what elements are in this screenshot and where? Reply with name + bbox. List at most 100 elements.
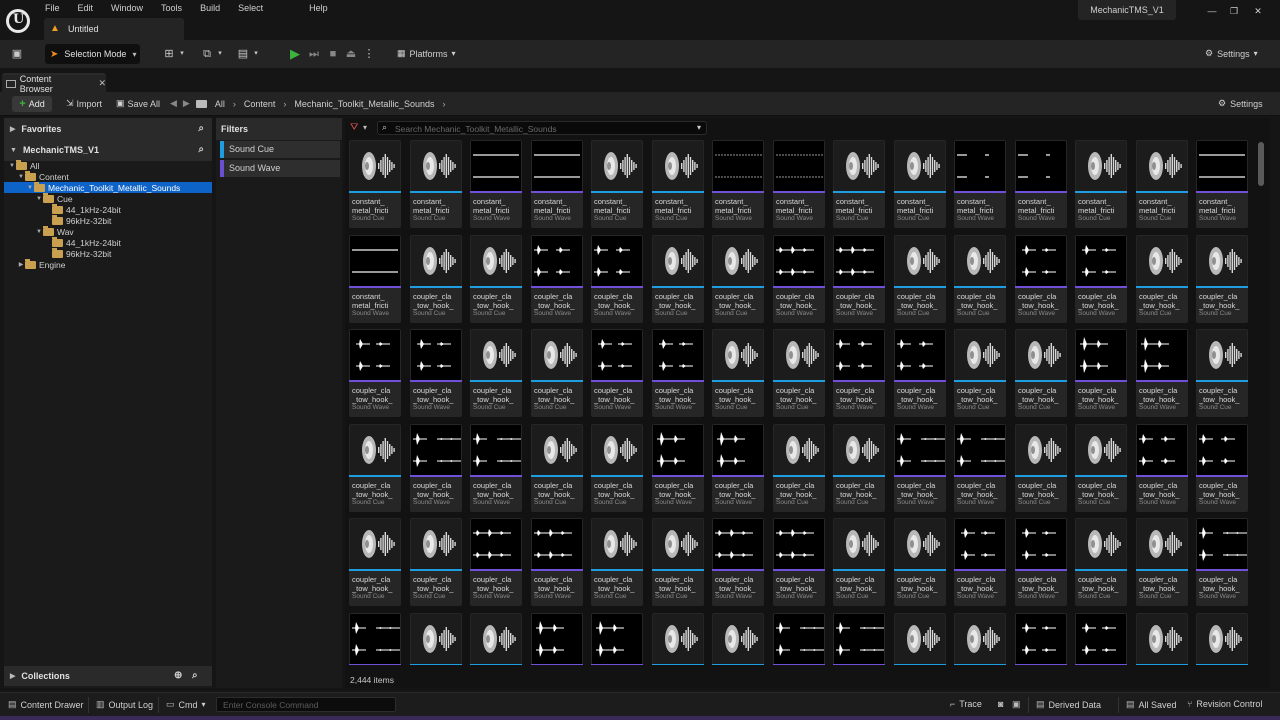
asset-tile[interactable]: coupler_cla_tow_hook_Sound Cue [531,424,583,512]
step-icon[interactable]: ⏭ [307,47,321,61]
cmd-dropdown[interactable]: ▭ Cmd ▾ [166,699,206,710]
asset-tile[interactable]: constant_ metal_fricti Sound Wave [1015,140,1067,228]
console-box[interactable] [216,697,396,712]
asset-tile[interactable]: coupler_cla_tow_hook_Sound Cue [894,518,946,606]
filter-sound-wave[interactable]: Sound Wave [220,160,340,177]
asset-tile[interactable]: coupler_cla_tow_hook_Sound Cue [833,424,885,512]
asset-tile[interactable]: coupler_cla_tow_hook_Sound Wave [1075,329,1127,417]
asset-tile[interactable]: coupler_cla_tow_hook_Sound Wave [591,329,643,417]
tree-item[interactable]: ▼ Content [4,170,212,182]
chevron-down-icon[interactable]: ▾ [697,123,701,132]
tree-item[interactable]: ▼ All [4,159,212,171]
asset-tile[interactable]: constant_ metal_fricti Sound Wave [773,140,825,228]
asset-tile[interactable]: constant_ metal_fricti Sound Wave [1196,140,1248,228]
asset-tile[interactable]: coupler_cla_tow_hook_Sound Cue [652,518,704,606]
add-button[interactable]: + Add [12,96,52,112]
asset-tile[interactable]: coupler_cla_tow_hook_Sound Wave [954,518,1006,606]
asset-tile[interactable]: coupler_cla_tow_hook_Sound Wave [1075,235,1127,323]
chevron-down-icon[interactable]: ▾ [252,47,260,61]
record-button[interactable]: ▣ [1012,699,1025,710]
play-icon[interactable]: ▶ [288,47,302,61]
chevron-down-icon[interactable]: ▾ [216,47,224,61]
asset-tile[interactable]: coupler_cla_tow_hook_Sound Wave [531,235,583,323]
asset-tile[interactable]: coupler_cla_tow_hook_Sound Cue [954,329,1006,417]
asset-tile[interactable]: coupler_cla_tow_hook_Sound Cue [773,329,825,417]
asset-tile[interactable]: coupler_cla_tow_hook_Sound Cue [712,329,764,417]
asset-tile[interactable]: constant_ metal_fricti Sound Wave [954,140,1006,228]
tree-item[interactable]: 44_1kHz-24bit [4,203,212,215]
asset-tile[interactable]: coupler_cla_tow_hook_Sound Wave [894,329,946,417]
asset-tile[interactable]: coupler_cla_tow_hook_Sound Wave [410,424,462,512]
asset-tile[interactable]: coupler_cla_tow_hook_Sound Wave [1075,613,1127,665]
chevron-down-icon[interactable]: ▼ [35,229,43,235]
asset-tile[interactable]: coupler_cla_tow_hook_Sound Wave [410,329,462,417]
tree-item[interactable]: 96kHz-32bit [4,247,212,259]
asset-tile[interactable]: coupler_cla_tow_hook_Sound Cue [591,424,643,512]
asset-tile[interactable]: coupler_cla_tow_hook_Sound Cue [1015,329,1067,417]
asset-tile[interactable]: coupler_cla_tow_hook_Sound Cue [954,613,1006,665]
menu-item-help[interactable]: Help [300,2,337,14]
breadcrumb-all[interactable]: All [215,99,225,109]
tree-item[interactable]: 96kHz-32bit [4,214,212,226]
unreal-logo-icon[interactable]: U [6,9,30,33]
more-options-icon[interactable]: ⋮ [362,47,376,61]
asset-tile[interactable]: coupler_cla_tow_hook_Sound Cue [954,235,1006,323]
tab-content-browser[interactable]: Content Browser ✕ [2,73,106,94]
asset-tile[interactable]: coupler_cla_tow_hook_Sound Cue [531,329,583,417]
asset-tile[interactable]: coupler_cla_tow_hook_Sound Wave [773,235,825,323]
asset-tile[interactable]: coupler_cla_tow_hook_Sound Wave [1015,613,1067,665]
asset-tile[interactable]: coupler_cla_tow_hook_Sound Cue [833,518,885,606]
menu-item-edit[interactable]: Edit [69,2,103,14]
trace-button[interactable]: ⌐ Trace [950,699,982,709]
chevron-down-icon[interactable]: ▼ [35,196,43,202]
selection-mode-dropdown[interactable]: ➤ Selection Mode ▾ [45,44,140,64]
add-collection-icon[interactable]: ⊕ [174,670,182,681]
asset-tile[interactable]: coupler_cla_tow_hook_Sound Wave [1196,424,1248,512]
asset-tile[interactable]: coupler_cla_tow_hook_Sound Cue [410,518,462,606]
asset-tile[interactable]: constant_ metal_fricti Sound Cue [833,140,885,228]
eject-icon[interactable]: ⏏ [344,47,358,61]
content-browser-settings-button[interactable]: ⚙ Settings [1218,98,1263,109]
chevron-right-icon[interactable]: ▶ [17,261,25,268]
asset-tile[interactable]: coupler_cla_tow_hook_Sound Cue [410,235,462,323]
asset-tile[interactable]: coupler_cla_tow_hook_Sound Cue [1196,235,1248,323]
menu-item-window[interactable]: Window [102,2,152,14]
asset-tile[interactable]: coupler_cla_tow_hook_Sound Wave [1015,235,1067,323]
asset-tile[interactable]: coupler_cla_tow_hook_Sound Cue [470,329,522,417]
import-button[interactable]: ⇲ Import [66,98,102,109]
camera-button[interactable]: ◙ [998,699,1007,709]
scrollbar[interactable] [1258,142,1264,186]
asset-tile[interactable]: coupler_cla_tow_hook_Sound Cue [894,613,946,665]
asset-tile[interactable]: constant_ metal_fricti Sound Wave [470,140,522,228]
project-header[interactable]: ▼ MechanicTMS_V1 ⌕ [4,139,212,161]
asset-tile[interactable]: coupler_cla_tow_hook_Sound Cue [712,235,764,323]
search-icon[interactable]: ⌕ [198,123,204,134]
cinematics-icon[interactable]: ▤ [236,47,250,61]
tree-item[interactable]: ▼ Mechanic_Toolkit_Metallic_Sounds [4,181,212,193]
asset-tile[interactable]: coupler_cla_tow_hook_Sound Wave [894,424,946,512]
asset-tile[interactable]: coupler_cla_tow_hook_Sound Cue [1015,424,1067,512]
chevron-down-icon[interactable]: ▼ [26,185,34,191]
asset-tile[interactable]: coupler_cla_tow_hook_Sound Cue [1136,518,1188,606]
asset-tile[interactable]: coupler_cla_tow_hook_Sound Wave [1136,329,1188,417]
asset-tile[interactable]: coupler_cla_tow_hook_Sound Wave [591,613,643,665]
blueprint-icon[interactable]: ⧉ [200,47,214,61]
asset-tile[interactable]: coupler_cla_tow_hook_Sound Wave [773,518,825,606]
asset-tile[interactable]: coupler_cla_tow_hook_Sound Cue [349,424,401,512]
tree-item[interactable]: ▶ Engine [4,258,212,270]
asset-tile[interactable]: coupler_cla_tow_hook_Sound Cue [410,613,462,665]
asset-tile[interactable]: coupler_cla_tow_hook_Sound Cue [349,518,401,606]
asset-tile[interactable]: coupler_cla_tow_hook_Sound Wave [531,518,583,606]
menu-item-select[interactable]: Select [229,2,272,14]
asset-tile[interactable]: constant_ metal_fricti Sound Cue [349,140,401,228]
asset-tile[interactable]: coupler_cla_tow_hook_Sound Wave [652,424,704,512]
chevron-down-icon[interactable]: ▾ [178,47,186,61]
chevron-down-icon[interactable]: ▼ [17,174,25,180]
search-box[interactable]: ⌕ ▾ [377,121,707,135]
asset-tile[interactable]: coupler_cla_tow_hook_Sound Wave [349,329,401,417]
asset-tile[interactable]: coupler_cla_tow_hook_Sound Wave [349,613,401,665]
search-input[interactable] [395,123,685,134]
asset-tile[interactable]: coupler_cla_tow_hook_Sound Wave [833,235,885,323]
breadcrumb-separator-icon[interactable]: › [233,99,236,109]
asset-tile[interactable]: coupler_cla_tow_hook_Sound Wave [1196,518,1248,606]
